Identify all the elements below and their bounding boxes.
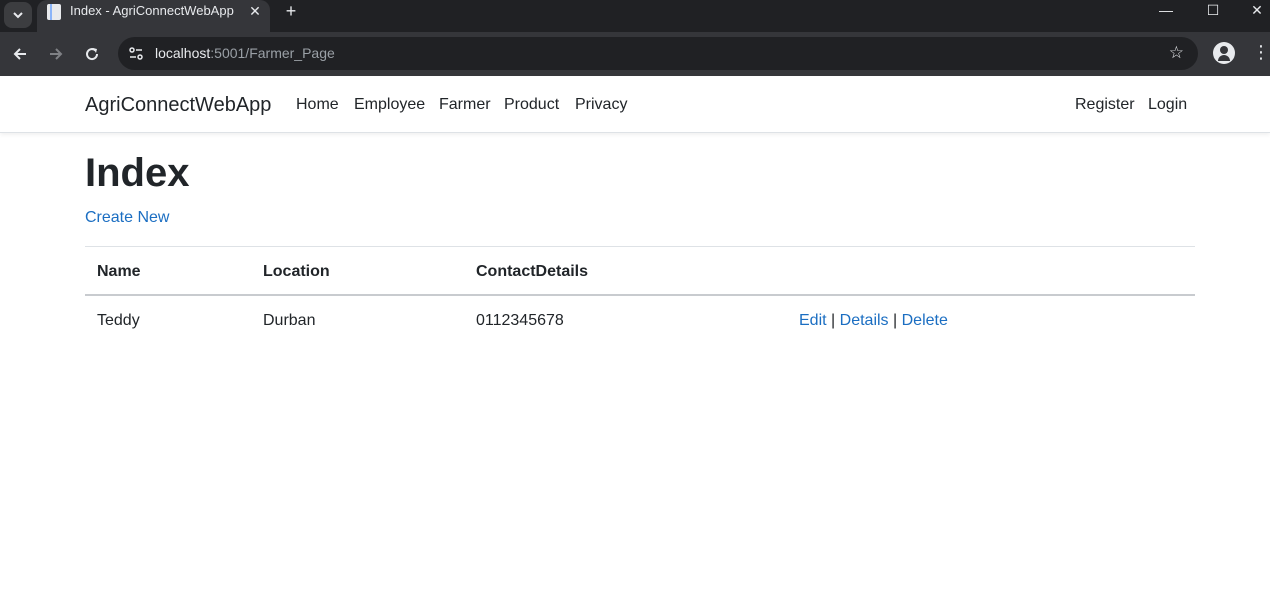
create-new-link[interactable]: Create New [85, 209, 169, 227]
profile-avatar-icon[interactable] [1213, 42, 1235, 64]
site-navbar: AgriConnectWebApp Home Employee Farmer P… [0, 77, 1270, 133]
header-contact-details: ContactDetails [476, 263, 589, 280]
details-link[interactable]: Details [840, 312, 889, 329]
back-arrow-icon[interactable] [6, 40, 34, 68]
forward-arrow-icon[interactable] [42, 40, 70, 68]
close-window-icon[interactable]: ✕ [1237, 0, 1270, 22]
action-separator: | [893, 312, 898, 329]
address-bar[interactable]: localhost:5001/Farmer_Page ☆ [118, 37, 1198, 70]
header-location: Location [263, 263, 330, 280]
tab-search-button[interactable] [4, 2, 32, 28]
delete-link[interactable]: Delete [902, 312, 948, 329]
browser-toolbar: localhost:5001/Farmer_Page ☆ ⋮ [0, 32, 1270, 76]
cell-name: Teddy [97, 312, 140, 329]
row-actions: Edit | Details | Delete [799, 312, 948, 330]
page-favicon-icon [47, 4, 61, 20]
reload-icon[interactable] [78, 40, 106, 68]
header-name: Name [97, 263, 141, 280]
tab-title: Index - AgriConnectWebApp [70, 3, 234, 18]
nav-login[interactable]: Login [1148, 96, 1187, 114]
farmer-table: Name Location ContactDetails Teddy Durba… [85, 246, 1195, 346]
cell-contact: 0112345678 [476, 312, 564, 329]
nav-privacy[interactable]: Privacy [575, 96, 627, 114]
table-header-row: Name Location ContactDetails [85, 246, 1195, 296]
browser-tab-bar: Index - AgriConnectWebApp ✕ + — ☐ ✕ [0, 0, 1270, 32]
table-row: Teddy Durban 0112345678 Edit | Details |… [85, 296, 1195, 346]
cell-location: Durban [263, 312, 316, 329]
bookmark-star-icon[interactable]: ☆ [1169, 43, 1184, 63]
nav-register[interactable]: Register [1075, 96, 1135, 114]
brand-link[interactable]: AgriConnectWebApp [85, 94, 271, 117]
nav-employee[interactable]: Employee [354, 96, 425, 114]
nav-farmer[interactable]: Farmer [439, 96, 491, 114]
minimize-icon[interactable]: — [1146, 0, 1186, 22]
edit-link[interactable]: Edit [799, 312, 827, 329]
web-page: AgriConnectWebApp Home Employee Farmer P… [0, 77, 1270, 592]
site-settings-icon[interactable] [127, 45, 145, 63]
maximize-icon[interactable]: ☐ [1193, 0, 1233, 22]
more-menu-icon[interactable]: ⋮ [1252, 42, 1270, 64]
new-tab-icon[interactable]: + [281, 2, 301, 22]
close-tab-icon[interactable]: ✕ [246, 2, 264, 20]
chevron-down-icon [13, 12, 23, 19]
nav-product[interactable]: Product [504, 96, 559, 114]
action-separator: | [831, 312, 836, 329]
browser-tab-active[interactable]: Index - AgriConnectWebApp ✕ [37, 0, 270, 32]
url-text: localhost:5001/Farmer_Page [155, 45, 335, 61]
nav-home[interactable]: Home [296, 96, 339, 114]
page-title: Index [85, 151, 190, 195]
